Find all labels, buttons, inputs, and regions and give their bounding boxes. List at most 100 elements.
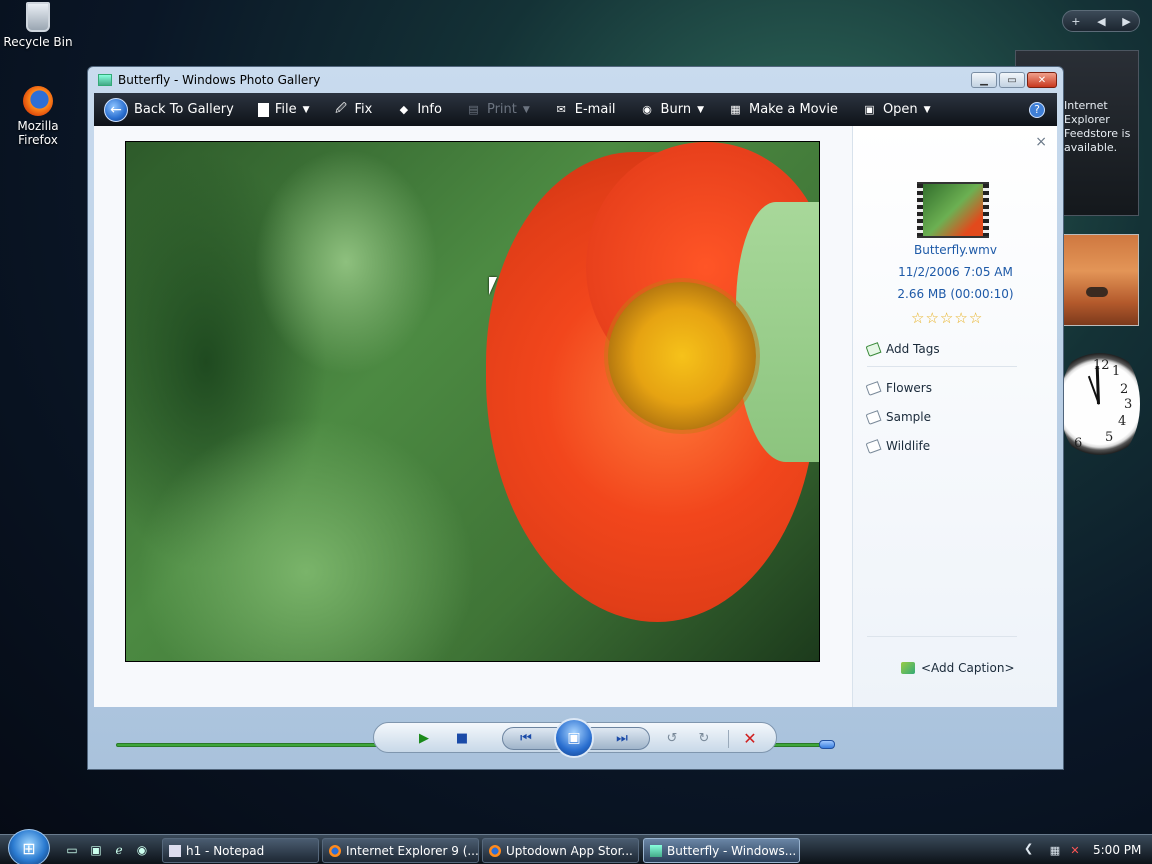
chevron-down-icon: ▼ (522, 104, 530, 115)
fix-icon: 🖉 (335, 102, 347, 115)
tag-item[interactable]: Flowers (865, 380, 932, 396)
tag-item[interactable]: Wildlife (865, 438, 931, 454)
rotate-left-button[interactable]: ↺ (662, 728, 682, 748)
taskbar-clock[interactable]: 5:00 PM (1093, 843, 1141, 857)
print-label: Print (486, 102, 517, 117)
tag-icon (865, 409, 882, 425)
help-icon[interactable]: ? (1029, 101, 1045, 118)
delete-button[interactable]: ✕ (740, 728, 760, 748)
prev-gadget-button[interactable]: ◀ (1097, 15, 1105, 28)
file-icon (257, 102, 269, 117)
open-icon: ▣ (864, 103, 875, 116)
mouse-cursor (489, 277, 497, 295)
clock-number: 3 (1124, 397, 1133, 412)
burn-label: Burn (660, 102, 692, 117)
desktop-icon-label: Recycle Bin (3, 35, 73, 49)
internet-explorer-icon[interactable]: ℯ (111, 842, 127, 858)
add-caption-label: <Add Caption> (921, 661, 1015, 675)
taskbar-button-ie9[interactable]: Internet Explorer 9 (... (322, 838, 479, 863)
fix-button[interactable]: 🖉 Fix (334, 102, 372, 117)
email-button[interactable]: ✉ E-mail (554, 102, 616, 117)
star-icon[interactable]: ☆ (911, 309, 924, 327)
desktop-icon-label: Mozilla Firefox (17, 119, 59, 147)
caption-icon (901, 662, 915, 674)
tag-label: Flowers (886, 381, 932, 395)
next-gadget-button[interactable]: ▶ (1122, 15, 1130, 28)
title-bar[interactable]: Butterfly - Windows Photo Gallery ▁ ▭ ✕ (88, 67, 1063, 93)
film-icon: ▦ (730, 103, 741, 116)
tag-label: Wildlife (886, 439, 931, 453)
switch-windows-icon[interactable]: ▣ (88, 842, 104, 858)
content-area: × Butterfly.wmv 11/2/2006 7:05 AM 2.66 M… (94, 126, 1057, 749)
add-caption-button[interactable]: <Add Caption> (901, 661, 1015, 675)
clock-gadget[interactable]: 12 1 2 3 4 5 6 (1060, 344, 1140, 464)
next-button[interactable]: ⏭ (612, 728, 632, 748)
back-arrow-icon: ← (104, 97, 128, 122)
tag-info-icon: ◆ (399, 103, 409, 116)
open-label: Open (882, 102, 918, 117)
star-icon[interactable]: ☆ (954, 309, 967, 327)
desktop-icon-recycle-bin[interactable]: Recycle Bin (0, 2, 76, 49)
clock-number: 2 (1120, 382, 1129, 397)
add-tag-icon (865, 341, 882, 357)
window-title: Butterfly - Windows Photo Gallery (118, 73, 321, 87)
close-info-pane-button[interactable]: × (1035, 134, 1047, 150)
playback-controls: ▶ ■ ⏮ ▣ ⏭ ↺ ↻ ✕ (373, 718, 777, 758)
minimize-button[interactable]: ▁ (971, 72, 997, 88)
star-icon[interactable]: ☆ (969, 309, 982, 327)
tag-item[interactable]: Sample (865, 409, 931, 425)
play-button[interactable]: ▶ (414, 728, 434, 748)
filename[interactable]: Butterfly.wmv (853, 243, 1058, 257)
rotate-right-button[interactable]: ↻ (694, 728, 714, 748)
print-menu[interactable]: ▤ Print ▼ (466, 102, 530, 117)
network-icon[interactable]: ▦ (1048, 843, 1062, 857)
firefox-icon (329, 844, 341, 857)
close-button[interactable]: ✕ (1027, 72, 1057, 88)
firefox-icon (489, 844, 501, 857)
make-a-movie-button[interactable]: ▦ Make a Movie (728, 102, 838, 117)
email-label: E-mail (574, 102, 616, 117)
taskbar-button-notepad[interactable]: h1 - Notepad (162, 838, 319, 863)
clock-number: 4 (1118, 414, 1127, 429)
task-label: Internet Explorer 9 (... (346, 843, 479, 858)
taskbar-button-uptodown[interactable]: Uptodown App Stor... (482, 838, 639, 863)
show-desktop-icon[interactable]: ▭ (64, 842, 80, 858)
slideshow-button[interactable]: ▣ (554, 718, 594, 758)
open-menu[interactable]: ▣ Open ▼ (862, 102, 930, 117)
info-button[interactable]: ◆ Info (396, 102, 442, 117)
task-label: Uptodown App Stor... (506, 843, 633, 858)
star-icon[interactable]: ☆ (925, 309, 938, 327)
tag-label: Sample (886, 410, 931, 424)
firefox-icon[interactable]: ◉ (134, 842, 150, 858)
seek-thumb[interactable] (819, 740, 835, 749)
video-frame[interactable] (125, 141, 820, 662)
date-taken[interactable]: 11/2/2006 7:05 AM (853, 265, 1058, 279)
flower-center (608, 282, 756, 430)
info-pane: × Butterfly.wmv 11/2/2006 7:05 AM 2.66 M… (852, 126, 1057, 707)
make-movie-label: Make a Movie (748, 102, 838, 117)
rating-stars[interactable]: ☆ ☆ ☆ ☆ ☆ (911, 309, 982, 327)
stop-button[interactable]: ■ (452, 728, 472, 748)
previous-button[interactable]: ⏮ (516, 728, 536, 748)
chevron-down-icon: ▼ (302, 104, 310, 115)
volume-muted-icon[interactable]: ✕ (1068, 843, 1082, 857)
tag-icon (865, 380, 882, 396)
show-hidden-icons-button[interactable]: ❮ (1024, 842, 1033, 855)
back-to-gallery-button[interactable]: ← Back To Gallery (104, 97, 234, 122)
clock-number: 1 (1112, 364, 1121, 379)
photo-gallery-icon (650, 844, 662, 857)
printer-icon: ▤ (468, 103, 479, 116)
toolbar: ← Back To Gallery File ▼ 🖉 Fix ◆ Info ▤ … (94, 93, 1057, 126)
star-icon[interactable]: ☆ (940, 309, 953, 327)
add-gadget-button[interactable]: + (1071, 15, 1080, 28)
burn-menu[interactable]: ◉ Burn ▼ (640, 102, 704, 117)
maximize-button[interactable]: ▭ (999, 72, 1025, 88)
slideshow-gadget[interactable] (1063, 234, 1139, 326)
taskbar-button-photo-gallery[interactable]: Butterfly - Windows... (643, 838, 800, 863)
add-tags-button[interactable]: Add Tags (865, 341, 940, 357)
desktop-icon-firefox[interactable]: Mozilla Firefox (0, 86, 76, 147)
sidebar-controls: + ◀ ▶ (1062, 10, 1140, 32)
start-button[interactable]: ⊞ (8, 829, 50, 864)
file-menu[interactable]: File ▼ (257, 102, 310, 117)
photo-gallery-icon (98, 74, 112, 86)
